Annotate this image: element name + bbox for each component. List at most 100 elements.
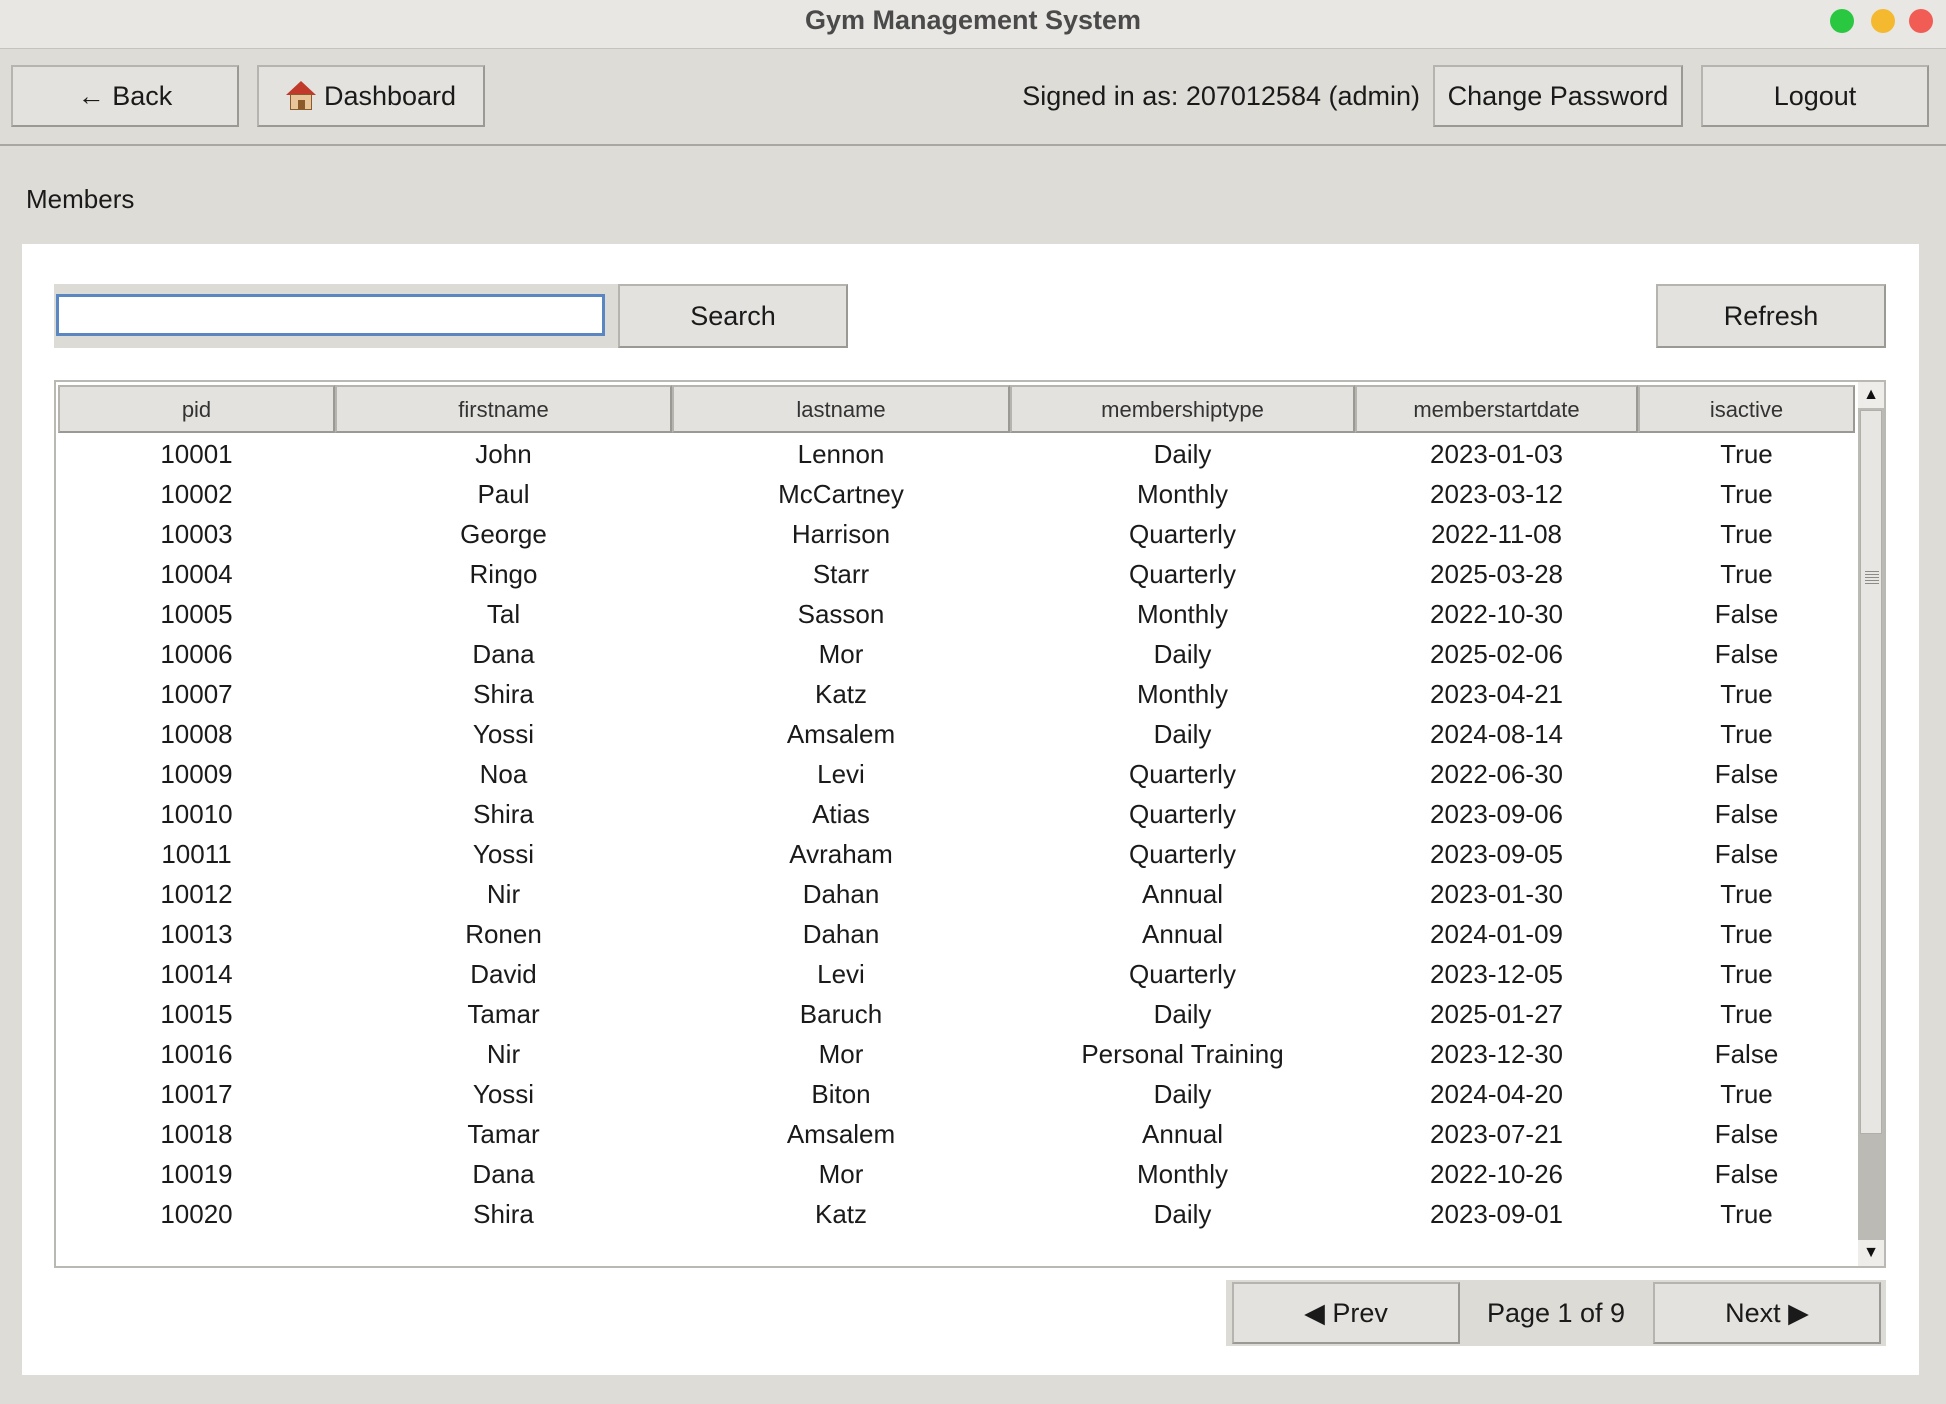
dashboard-button-label: Dashboard <box>323 80 457 111</box>
next-page-label: Next ▶ <box>1725 1297 1809 1328</box>
search-input[interactable] <box>56 294 605 336</box>
cell-membershiptype: Daily <box>1153 719 1212 749</box>
cell-lastname: Avraham <box>789 839 893 869</box>
cell-memberstartdate: 2022-10-30 <box>1430 599 1563 629</box>
cell-isactive: False <box>1714 759 1779 789</box>
table-row[interactable]: 10019 Dana Mor Monthly 2022-10-26 False <box>58 1154 1855 1194</box>
cell-pid: 10014 <box>160 959 233 989</box>
table-row[interactable]: 10007 Shira Katz Monthly 2023-04-21 True <box>58 674 1855 714</box>
table-row[interactable]: 10012 Nir Dahan Annual 2023-01-30 True <box>58 874 1855 914</box>
column-header-isactive[interactable]: isactive <box>1638 385 1855 433</box>
cell-membershiptype: Quarterly <box>1129 559 1236 589</box>
table-row[interactable]: 10001 John Lennon Daily 2023-01-03 True <box>58 434 1855 474</box>
cell-isactive: False <box>1714 1159 1779 1189</box>
table-row[interactable]: 10010 Shira Atias Quarterly 2023-09-06 False <box>58 794 1855 834</box>
cell-firstname: George <box>460 519 547 549</box>
cell-memberstartdate: 2023-12-05 <box>1430 959 1563 989</box>
column-header-membershiptype[interactable]: membershiptype <box>1010 385 1355 433</box>
column-header-lastname[interactable]: lastname <box>672 385 1010 433</box>
cell-isactive: True <box>1720 919 1773 949</box>
table-row[interactable]: 10004 Ringo Starr Quarterly 2025-03-28 True <box>58 554 1855 594</box>
back-button-label: ← Back <box>77 80 173 111</box>
minimize-window-button[interactable] <box>1871 9 1895 33</box>
cell-firstname: Ronen <box>465 919 542 949</box>
cell-membershiptype: Daily <box>1153 999 1212 1029</box>
cell-pid: 10015 <box>160 999 233 1029</box>
cell-memberstartdate: 2025-03-28 <box>1430 559 1563 589</box>
table-header: pid firstname lastname membershiptype me… <box>58 385 1855 433</box>
cell-isactive: False <box>1714 639 1779 669</box>
cell-membershiptype: Daily <box>1153 439 1212 469</box>
cell-isactive: True <box>1720 879 1773 909</box>
cell-firstname: Yossi <box>472 719 535 749</box>
table-row[interactable]: 10018 Tamar Amsalem Annual 2023-07-21 False <box>58 1114 1855 1154</box>
change-password-button[interactable]: Change Password <box>1433 65 1683 127</box>
cell-lastname: Sasson <box>797 599 885 629</box>
refresh-button[interactable]: Refresh <box>1656 284 1886 348</box>
cell-pid: 10019 <box>160 1159 233 1189</box>
logout-button[interactable]: Logout <box>1701 65 1929 127</box>
search-button[interactable]: Search <box>618 284 848 348</box>
cell-lastname: Mor <box>818 1039 864 1069</box>
cell-lastname: Biton <box>811 1079 871 1109</box>
table-row[interactable]: 10003 George Harrison Quarterly 2022-11-08 Tr… <box>58 514 1855 554</box>
cell-firstname: Ringo <box>469 559 538 589</box>
table-scrollbar[interactable]: ▲ ▼ <box>1858 382 1884 1266</box>
cell-pid: 10010 <box>160 799 233 829</box>
cell-pid: 10018 <box>160 1119 233 1149</box>
dashboard-button[interactable]: Dashboard <box>257 65 485 127</box>
cell-lastname: McCartney <box>778 479 904 509</box>
cell-isactive: True <box>1720 999 1773 1029</box>
table-row[interactable]: 10008 Yossi Amsalem Daily 2024-08-14 True <box>58 714 1855 754</box>
cell-isactive: True <box>1720 559 1773 589</box>
cell-firstname: Yossi <box>472 1079 535 1109</box>
column-header-firstname[interactable]: firstname <box>335 385 672 433</box>
table-row[interactable]: 10006 Dana Mor Daily 2025-02-06 False <box>58 634 1855 674</box>
cell-memberstartdate: 2022-06-30 <box>1430 759 1563 789</box>
cell-membershiptype: Daily <box>1153 1199 1212 1229</box>
table-row[interactable]: 10015 Tamar Baruch Daily 2025-01-27 True <box>58 994 1855 1034</box>
cell-memberstartdate: 2023-09-06 <box>1430 799 1563 829</box>
table-row[interactable]: 10009 Noa Levi Quarterly 2022-06-30 False <box>58 754 1855 794</box>
cell-membershiptype: Personal Training <box>1081 1039 1284 1069</box>
table-row[interactable]: 10017 Yossi Biton Daily 2024-04-20 True <box>58 1074 1855 1114</box>
arrow-up-icon[interactable]: ▲ <box>1858 382 1884 408</box>
column-header-pid[interactable]: pid <box>58 385 335 433</box>
table-row[interactable]: 10016 Nir Mor Personal Training 2023-12-30 Fa… <box>58 1034 1855 1074</box>
cell-lastname: Levi <box>817 759 865 789</box>
table-row[interactable]: 10005 Tal Sasson Monthly 2022-10-30 False <box>58 594 1855 634</box>
table-body: 10001 John Lennon Daily 2023-01-03 True 10002 P… <box>58 434 1855 1234</box>
prev-page-button[interactable]: ◀ Prev <box>1232 1282 1460 1344</box>
arrow-down-icon[interactable]: ▼ <box>1858 1240 1884 1266</box>
cell-lastname: Harrison <box>791 519 891 549</box>
cell-lastname: Amsalem <box>786 719 896 749</box>
next-page-button[interactable]: Next ▶ <box>1653 1282 1881 1344</box>
scrollbar-thumb[interactable] <box>1860 410 1882 1134</box>
logout-label: Logout <box>1773 80 1857 111</box>
cell-isactive: True <box>1720 719 1773 749</box>
window-title: Gym Management System <box>804 5 1142 35</box>
cell-pid: 10017 <box>160 1079 233 1109</box>
close-window-button[interactable] <box>1909 9 1933 33</box>
cell-membershiptype: Annual <box>1142 879 1223 909</box>
cell-isactive: False <box>1714 839 1779 869</box>
cell-pid: 10012 <box>160 879 233 909</box>
page-indicator: Page 1 of 9 <box>1486 1298 1626 1328</box>
table-row[interactable]: 10013 Ronen Dahan Annual 2024-01-09 True <box>58 914 1855 954</box>
toolbar: ← Back Dashboard Signed in as: 207012584… <box>0 49 1946 146</box>
table-row[interactable]: 10020 Shira Katz Daily 2023-09-01 True <box>58 1194 1855 1234</box>
table-row[interactable]: 10014 David Levi Quarterly 2023-12-05 True <box>58 954 1855 994</box>
column-header-memberstartdate[interactable]: memberstartdate <box>1355 385 1638 433</box>
cell-isactive: True <box>1720 1199 1773 1229</box>
cell-membershiptype: Monthly <box>1136 1159 1229 1189</box>
cell-membershiptype: Monthly <box>1136 679 1229 709</box>
refresh-button-label: Refresh <box>1723 300 1819 331</box>
zoom-window-button[interactable] <box>1830 9 1854 33</box>
back-button[interactable]: ← Back <box>11 65 239 127</box>
cell-isactive: False <box>1714 1119 1779 1149</box>
table-row[interactable]: 10002 Paul McCartney Monthly 2023-03-12 True <box>58 474 1855 514</box>
table-row[interactable]: 10011 Yossi Avraham Quarterly 2023-09-05 Fals… <box>58 834 1855 874</box>
cell-isactive: True <box>1720 1079 1773 1109</box>
cell-firstname: Nir <box>486 1039 521 1069</box>
cell-memberstartdate: 2025-02-06 <box>1430 639 1563 669</box>
